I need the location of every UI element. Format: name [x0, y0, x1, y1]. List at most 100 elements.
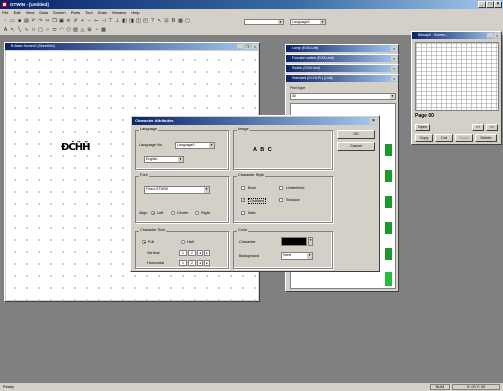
screen-window-minimize[interactable]: _ [237, 44, 243, 49]
paste-button[interactable]: Paste [455, 134, 473, 142]
minimize-button[interactable]: _ [478, 1, 486, 8]
pointer-icon[interactable]: ↖ [157, 18, 163, 24]
menu-parts[interactable]: Parts [71, 10, 80, 15]
menu-tool[interactable]: Tool [85, 10, 92, 15]
vertical-spin-down[interactable]: ▸ [204, 250, 210, 256]
part-green-item[interactable] [385, 196, 392, 208]
dialog-close-button[interactable]: × [370, 118, 377, 124]
size-half-radio[interactable] [181, 240, 185, 244]
menu-file[interactable]: File [2, 10, 8, 15]
copy-icon[interactable]: ❐ [52, 18, 58, 24]
align-top-icon[interactable]: ⊤ [108, 18, 114, 24]
language-no-select[interactable]: Language0 ▼ [175, 142, 215, 149]
redo-icon[interactable]: ↷ [38, 18, 44, 24]
part-green-item[interactable] [385, 272, 392, 286]
polyline-tool-icon[interactable]: ∿ [24, 27, 30, 33]
align-right-radio[interactable] [195, 211, 199, 215]
grid-icon[interactable]: # [73, 18, 79, 24]
screen-window-restore[interactable]: ❐ [244, 44, 250, 49]
ungroup-icon[interactable]: ◰ [143, 18, 149, 24]
ok-button[interactable]: OK [337, 130, 375, 139]
fill-tool-icon[interactable]: ▨ [73, 27, 79, 33]
part-type-select[interactable]: All ▼ [290, 93, 396, 100]
delete-button[interactable]: Delete [475, 134, 497, 142]
cut-button[interactable]: Cut [435, 134, 453, 142]
background-color-select[interactable]: None ▼ [281, 252, 313, 260]
horizontal-value[interactable]: 2 [188, 260, 196, 266]
open-icon[interactable]: ▭ [10, 18, 16, 24]
size-full-radio[interactable] [142, 240, 146, 244]
zoom-in-icon[interactable]: + [80, 18, 86, 24]
open-button[interactable]: Open [415, 124, 430, 131]
cancel-button[interactable]: Cancel [337, 142, 375, 151]
font-select[interactable]: Fixed-GTW08 ▼ [144, 186, 210, 194]
line-tool-icon[interactable]: ╲ [17, 27, 23, 33]
underlined-checkbox[interactable] [279, 186, 283, 190]
menu-help[interactable]: Help [131, 10, 139, 15]
outlined-checkbox[interactable]: ✓ [241, 198, 245, 202]
lock-icon[interactable]: ⊡ [164, 18, 170, 24]
menu-edit[interactable]: Edit [14, 10, 21, 15]
undo-icon[interactable]: ↶ [31, 18, 37, 24]
print-icon[interactable]: ▤ [24, 18, 30, 24]
grid2-icon[interactable]: ▦ [178, 18, 184, 24]
character-color-swatch[interactable] [281, 237, 307, 246]
parts-window-function-switch-close[interactable]: × [391, 56, 397, 61]
italic-checkbox[interactable] [241, 211, 245, 215]
canvas-text-object[interactable]: ĐĆȞȞ [61, 142, 90, 153]
language-combo[interactable]: Language0 ▼ [290, 18, 326, 25]
group-icon[interactable]: ◫ [136, 18, 142, 24]
zoom-out-icon[interactable]: − [87, 18, 93, 24]
new-icon[interactable]: ▫ [3, 18, 9, 24]
bitmap-window-close[interactable]: × [494, 33, 500, 38]
ellipse-tool-icon[interactable]: ⬭ [52, 27, 58, 33]
screen-icon[interactable]: ▢ [185, 18, 191, 24]
align-right-icon[interactable]: ⊣ [101, 18, 107, 24]
part-green-item[interactable] [385, 222, 392, 234]
menu-draw[interactable]: Draw [98, 10, 107, 15]
horizontal-spin-down[interactable]: ▸ [204, 260, 210, 266]
horizontal-down[interactable]: 1 [179, 260, 187, 266]
close-button[interactable]: × [494, 1, 502, 8]
part-green-item[interactable] [385, 170, 392, 182]
front-icon[interactable]: ◧ [122, 18, 128, 24]
shadow-checkbox[interactable] [279, 198, 283, 202]
language-select[interactable]: English ▼ [144, 156, 184, 163]
screen-window-close[interactable]: × [252, 44, 258, 49]
delete-icon[interactable]: ✕ [66, 18, 72, 24]
prev-button[interactable]: << [472, 124, 484, 131]
paste-icon[interactable]: ▣ [59, 18, 65, 24]
menu-view[interactable]: View [26, 10, 35, 15]
align-left-radio[interactable] [151, 211, 155, 215]
parts-window-switch-close[interactable]: × [391, 66, 397, 71]
select-tool-icon[interactable]: ↖ [10, 27, 16, 33]
menu-screen[interactable]: Screen [53, 10, 66, 15]
bold-icon[interactable]: B [171, 18, 177, 24]
meter-tool-icon[interactable]: ◔ [94, 27, 100, 33]
menu-window[interactable]: Window [112, 10, 126, 15]
parts-window-lamp-close[interactable]: × [391, 46, 397, 51]
copy-button[interactable]: Copy [415, 134, 433, 142]
vertical-spin-up[interactable]: ◂ [197, 250, 203, 256]
help-icon[interactable]: ? [150, 18, 156, 24]
toolbar-combo-1[interactable]: ▼ [244, 18, 284, 25]
parts-window-standard-close[interactable]: × [391, 76, 397, 81]
vertical-down[interactable]: 1 [179, 250, 187, 256]
bitmap-window-minimize[interactable]: _ [487, 33, 493, 38]
text-tool-icon[interactable]: A [3, 27, 9, 33]
next-button[interactable]: >> [486, 124, 498, 131]
bitmap-grid[interactable] [415, 42, 499, 111]
cut-icon[interactable]: ✂ [45, 18, 51, 24]
maximize-button[interactable]: □ [486, 1, 494, 8]
align-left-icon[interactable]: ⊢ [94, 18, 100, 24]
scale-tool-icon[interactable]: ⊞ [87, 27, 93, 33]
save-icon[interactable]: ■ [17, 18, 23, 24]
vertical-value[interactable]: 2 [188, 250, 196, 256]
bitmap-tool-icon[interactable]: ▩ [101, 27, 107, 33]
part-green-item[interactable] [385, 144, 392, 156]
align-bottom-icon[interactable]: ⊥ [115, 18, 121, 24]
arc-tool-icon[interactable]: ◠ [59, 27, 65, 33]
part-green-item[interactable] [385, 248, 392, 260]
horizontal-spin-up[interactable]: ◂ [197, 260, 203, 266]
menu-data[interactable]: Data [39, 10, 47, 15]
